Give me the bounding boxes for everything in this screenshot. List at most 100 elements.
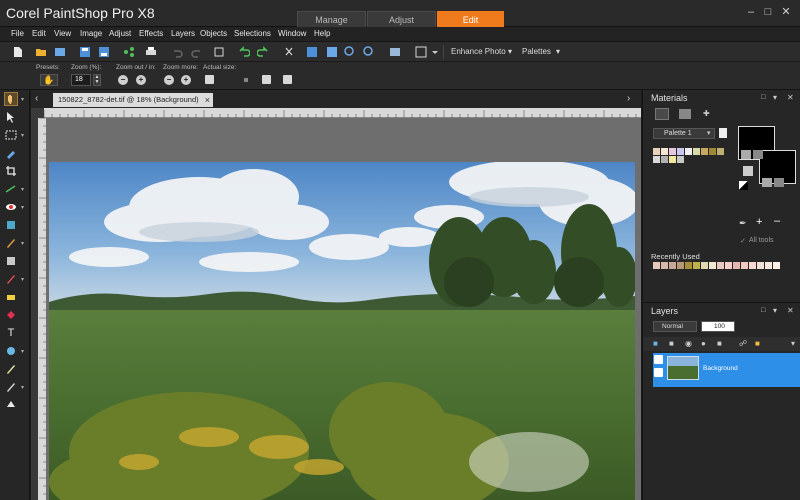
- panel-menu-icon[interactable]: □: [761, 94, 765, 101]
- tool-flyout-arrow[interactable]: ▾: [21, 186, 24, 193]
- cut-icon[interactable]: [282, 45, 296, 59]
- browse-icon[interactable]: [53, 45, 67, 59]
- color-swatch[interactable]: [669, 148, 676, 155]
- retouch-tool-icon[interactable]: [4, 272, 18, 286]
- open-folder-icon[interactable]: [34, 45, 48, 59]
- color-swatch[interactable]: [701, 262, 708, 269]
- layer-lock-icon[interactable]: [654, 368, 663, 377]
- palette-dropdown[interactable]: Palette 1: [653, 128, 715, 139]
- tool-flyout-arrow[interactable]: ▾: [21, 132, 24, 139]
- grid-icon[interactable]: [325, 45, 339, 59]
- zoom-spinner[interactable]: ▲ ▼: [93, 74, 101, 86]
- enhance-dropdown-icon[interactable]: ▾: [508, 47, 512, 56]
- document-tab[interactable]: 150822_8782-det.tif @ 18% (Background) ×: [53, 93, 213, 107]
- tabs-left-icon[interactable]: ‹: [35, 93, 38, 104]
- layers-close-icon[interactable]: ✕: [787, 306, 794, 315]
- pick-tool-icon[interactable]: [4, 110, 18, 124]
- fit-screen-icon[interactable]: [283, 75, 292, 84]
- layer-row-background[interactable]: Background: [653, 353, 800, 387]
- palette-dropdown-arrow-icon[interactable]: ▾: [707, 129, 711, 137]
- palette-doc-icon[interactable]: [719, 128, 727, 138]
- enhance-photo-menu[interactable]: Enhance Photo: [451, 47, 506, 56]
- color-swatch[interactable]: [677, 262, 684, 269]
- close-icon[interactable]: ✕: [779, 6, 793, 18]
- tab-adjust[interactable]: Adjust: [367, 11, 436, 27]
- warp-tool-icon[interactable]: [4, 380, 18, 394]
- panel-dropdown-icon[interactable]: ▾: [773, 93, 777, 102]
- image-canvas[interactable]: [49, 162, 635, 500]
- blend-mode-dropdown[interactable]: Normal: [653, 321, 697, 332]
- tool-flyout-arrow[interactable]: ▾: [21, 348, 24, 355]
- color-swatch[interactable]: [749, 262, 756, 269]
- color-swatch[interactable]: [669, 156, 676, 163]
- maximize-icon[interactable]: □: [761, 6, 775, 18]
- link-icon[interactable]: ☍: [739, 339, 747, 348]
- save-as-icon[interactable]: [97, 45, 111, 59]
- color-swatch[interactable]: [757, 262, 764, 269]
- menu-selections[interactable]: Selections: [234, 29, 271, 38]
- tab-manage[interactable]: Manage: [297, 11, 366, 27]
- dropdown-arrow-icon[interactable]: [428, 45, 442, 59]
- tool-flyout-arrow[interactable]: ▾: [21, 96, 24, 103]
- red-eye-tool-icon[interactable]: [4, 200, 18, 214]
- dropper-icon[interactable]: ✒: [739, 218, 747, 229]
- bg-texture-icon[interactable]: [774, 178, 784, 187]
- layers-more-icon[interactable]: ▾: [791, 339, 795, 348]
- palettes-menu[interactable]: Palettes: [522, 47, 551, 56]
- menu-view[interactable]: View: [54, 29, 71, 38]
- color-swatch[interactable]: [653, 262, 660, 269]
- image-size-icon[interactable]: [305, 45, 319, 59]
- lock-icon[interactable]: ■: [755, 339, 760, 348]
- swap-colors-icon[interactable]: [743, 166, 753, 176]
- color-swatch[interactable]: [653, 156, 660, 163]
- redo-icon[interactable]: [256, 45, 270, 59]
- color-swatch[interactable]: [693, 262, 700, 269]
- color-swatch[interactable]: [661, 262, 668, 269]
- color-swatch[interactable]: [709, 262, 716, 269]
- color-swatch[interactable]: [653, 148, 660, 155]
- bg-style-icon[interactable]: [762, 178, 772, 187]
- color-swatch[interactable]: [773, 262, 780, 269]
- color-swatch[interactable]: [741, 262, 748, 269]
- color-swatch[interactable]: [661, 156, 668, 163]
- color-swatch[interactable]: [765, 262, 772, 269]
- fg-texture-icon[interactable]: [753, 150, 763, 159]
- menu-edit[interactable]: Edit: [32, 29, 46, 38]
- menu-file[interactable]: File: [11, 29, 24, 38]
- tabs-right-icon[interactable]: ›: [627, 93, 630, 104]
- fill-tool-icon[interactable]: [4, 308, 18, 322]
- default-colors-icon[interactable]: [739, 181, 748, 190]
- color-swatch[interactable]: [685, 262, 692, 269]
- menu-layers[interactable]: Layers: [171, 29, 195, 38]
- save-icon[interactable]: [78, 45, 92, 59]
- menu-help[interactable]: Help: [314, 29, 330, 38]
- shape-tool-icon[interactable]: [4, 344, 18, 358]
- menu-objects[interactable]: Objects: [200, 29, 227, 38]
- color-swatch[interactable]: [669, 262, 676, 269]
- color-swatch[interactable]: [725, 262, 732, 269]
- color-swatch[interactable]: [733, 262, 740, 269]
- minimize-icon[interactable]: –: [744, 6, 758, 18]
- all-tools-checkbox[interactable]: ✓: [740, 237, 746, 245]
- visibility-icon[interactable]: ◉: [685, 339, 692, 348]
- zoom-in-icon[interactable]: [362, 45, 376, 59]
- color-swatch[interactable]: [709, 148, 716, 155]
- picture-tube-tool-icon[interactable]: [4, 398, 18, 412]
- panel-close-icon[interactable]: ✕: [787, 93, 794, 102]
- menu-effects[interactable]: Effects: [139, 29, 163, 38]
- eraser-tool-icon[interactable]: [4, 290, 18, 304]
- dodge-tool-icon[interactable]: [4, 254, 18, 268]
- close-tab-icon[interactable]: ×: [205, 93, 210, 107]
- tool-flyout-arrow[interactable]: ▾: [21, 276, 24, 283]
- clone-tool-icon[interactable]: [4, 218, 18, 232]
- tool-flyout-arrow[interactable]: ▾: [21, 204, 24, 211]
- dropper-tool-icon[interactable]: [4, 146, 18, 160]
- layer-visibility-icon[interactable]: [654, 355, 663, 364]
- zoom-value-input[interactable]: 18: [71, 74, 91, 86]
- rainbow-view-icon[interactable]: [679, 109, 691, 119]
- color-swatch[interactable]: [677, 156, 684, 163]
- color-swatch[interactable]: [661, 148, 668, 155]
- actual-size-icon[interactable]: [205, 75, 214, 84]
- opacity-input[interactable]: 100: [701, 321, 735, 332]
- fit-image-icon[interactable]: [262, 75, 271, 84]
